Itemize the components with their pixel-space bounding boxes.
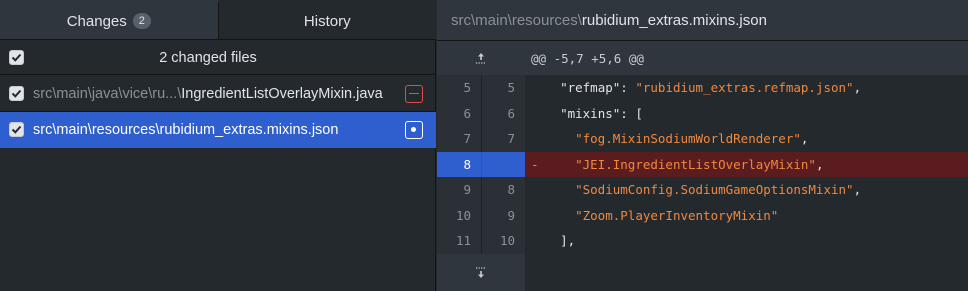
tab-history-label: History bbox=[303, 12, 351, 30]
line-number-gutter[interactable]: 55 bbox=[437, 75, 525, 101]
old-line-number: 5 bbox=[463, 80, 471, 96]
file-include-checkbox[interactable] bbox=[9, 122, 24, 137]
file-path: src\main\java\vice\ru...\IngredientListO… bbox=[33, 86, 383, 102]
new-line-number: 9 bbox=[481, 202, 525, 228]
code-line: - "JEI.IngredientListOverlayMixin", bbox=[525, 151, 968, 177]
json-punctuation: , bbox=[853, 80, 862, 96]
file-include-checkbox[interactable] bbox=[9, 86, 24, 101]
json-separator: : bbox=[620, 105, 636, 121]
hunk-header-row: @@ -5,7 +5,6 @@ bbox=[437, 41, 968, 75]
old-line-number: 10 bbox=[455, 207, 471, 223]
code-line: "refmap": "rubidium_extras.refmap.json", bbox=[525, 75, 968, 101]
json-key: "mixins" bbox=[560, 105, 621, 121]
diff-panel: src\main\resources\ rubidium_extras.mixin… bbox=[437, 0, 968, 291]
code-line: "mixins": [ bbox=[525, 101, 968, 127]
line-number-gutter[interactable]: 8 bbox=[437, 151, 525, 177]
file-name: IngredientListOverlayMixin.java bbox=[181, 85, 383, 102]
select-all-checkbox[interactable] bbox=[9, 50, 24, 65]
expand-up-button[interactable] bbox=[437, 41, 525, 75]
diff-line[interactable]: 77 "fog.MixinSodiumWorldRenderer", bbox=[437, 126, 968, 152]
file-modified-icon bbox=[405, 121, 423, 139]
tab-changes[interactable]: Changes 2 bbox=[0, 0, 219, 39]
json-separator: : bbox=[620, 80, 636, 96]
diff-line-deleted[interactable]: 8 - "JEI.IngredientListOverlayMixin", bbox=[437, 151, 968, 177]
diff-file-path: src\main\resources\ rubidium_extras.mixin… bbox=[437, 0, 968, 41]
new-line-number bbox=[481, 151, 525, 177]
old-line-number: 6 bbox=[463, 105, 471, 121]
json-punctuation: , bbox=[800, 131, 809, 147]
json-string: "SodiumConfig.SodiumGameOptionsMixin" bbox=[575, 182, 854, 198]
file-path: src\main\resources\rubidium_extras.mixin… bbox=[33, 122, 338, 138]
json-punctuation: [ bbox=[635, 105, 643, 121]
line-number-gutter[interactable]: 11 10 bbox=[437, 228, 525, 254]
code-line: "fog.MixinSodiumWorldRenderer", bbox=[525, 126, 968, 152]
changed-files-header: 2 changed files bbox=[0, 41, 436, 75]
old-line-number: 7 bbox=[463, 131, 471, 147]
diff-line[interactable]: 55 "refmap": "rubidium_extras.refmap.jso… bbox=[437, 75, 968, 101]
tab-changes-label: Changes bbox=[66, 12, 127, 30]
json-string: "rubidium_extras.refmap.json" bbox=[635, 80, 854, 96]
checkbox-checked-icon bbox=[11, 89, 22, 98]
json-punctuation: , bbox=[853, 182, 862, 198]
new-line-number: 6 bbox=[481, 100, 525, 126]
changes-count-badge: 2 bbox=[132, 13, 151, 29]
diff-line[interactable]: 10 9 "Zoom.PlayerInventoryMixin" bbox=[437, 202, 968, 229]
diff-view: @@ -5,7 +5,6 @@ 55 "refmap": "rubidium_e… bbox=[437, 41, 968, 254]
old-line-number: 8 bbox=[463, 156, 471, 172]
new-line-number: 7 bbox=[481, 126, 525, 152]
tab-bar: Changes 2 History bbox=[0, 0, 436, 40]
line-number-gutter[interactable]: 98 bbox=[437, 177, 525, 203]
line-number-gutter[interactable]: 66 bbox=[437, 100, 525, 126]
tab-history[interactable]: History bbox=[218, 0, 436, 39]
diff-file-name: rubidium_extras.mixins.json bbox=[581, 11, 767, 29]
file-removed-icon bbox=[405, 84, 423, 103]
new-line-number: 10 bbox=[481, 228, 525, 254]
json-string: "fog.MixinSodiumWorldRenderer" bbox=[575, 131, 801, 147]
file-name: rubidium_extras.mixins.json bbox=[159, 122, 339, 138]
changed-files-count: 2 changed files bbox=[159, 49, 257, 66]
diff-marker: - bbox=[531, 156, 539, 172]
diff-line[interactable]: 66 "mixins": [ bbox=[437, 100, 968, 127]
code-line: ], bbox=[525, 228, 968, 254]
diff-file-dir: src\main\resources\ bbox=[451, 11, 582, 29]
file-dir: src\main\resources\ bbox=[33, 122, 160, 138]
json-punctuation: ], bbox=[560, 233, 576, 249]
json-punctuation: , bbox=[815, 156, 824, 172]
code-line: "SodiumConfig.SodiumGameOptionsMixin", bbox=[525, 177, 968, 203]
new-line-number: 5 bbox=[481, 75, 525, 101]
diff-lines: 55 "refmap": "rubidium_extras.refmap.jso… bbox=[437, 75, 968, 254]
code-line: "Zoom.PlayerInventoryMixin" bbox=[525, 203, 968, 229]
checkbox-checked-icon bbox=[11, 125, 22, 134]
diff-empty-area bbox=[525, 254, 968, 291]
json-string: "Zoom.PlayerInventoryMixin" bbox=[575, 207, 779, 223]
hunk-header: @@ -5,7 +5,6 @@ bbox=[525, 41, 968, 75]
expand-up-icon bbox=[473, 50, 489, 67]
expand-down-icon bbox=[476, 266, 486, 278]
changed-file-row[interactable]: src\main\java\vice\ru...\IngredientListO… bbox=[0, 76, 436, 112]
changes-panel: Changes 2 History 2 changed files src\ma… bbox=[0, 0, 436, 291]
diff-line[interactable]: 11 10 ], bbox=[437, 228, 968, 254]
changed-file-row-selected[interactable]: src\main\resources\rubidium_extras.mixin… bbox=[0, 112, 436, 148]
expand-down-button[interactable] bbox=[437, 254, 525, 291]
json-key: "refmap" bbox=[560, 80, 621, 96]
file-dir: src\main\java\vice\ru...\ bbox=[33, 85, 182, 102]
checkbox-checked-icon bbox=[11, 53, 22, 62]
new-line-number: 8 bbox=[481, 177, 525, 203]
line-number-gutter[interactable]: 10 9 bbox=[437, 202, 525, 228]
line-number-gutter[interactable]: 77 bbox=[437, 126, 525, 152]
json-string: "JEI.IngredientListOverlayMixin" bbox=[575, 156, 816, 172]
diff-line[interactable]: 98 "SodiumConfig.SodiumGameOptionsMixin"… bbox=[437, 177, 968, 203]
old-line-number: 11 bbox=[455, 233, 471, 249]
old-line-number: 9 bbox=[463, 182, 471, 198]
